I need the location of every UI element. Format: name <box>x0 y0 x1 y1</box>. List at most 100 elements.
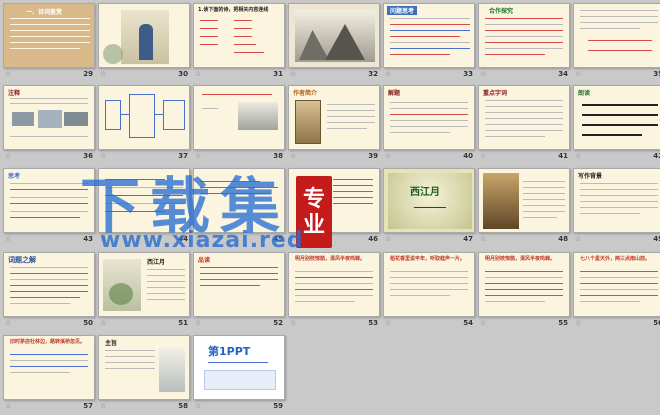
slide-thumb[interactable]: 朗读 ☆ 42 <box>573 85 660 163</box>
slide-star-icon: ☆ <box>385 152 392 160</box>
slide-preview: 朗读 <box>573 85 660 150</box>
watermark-url: www.xiazai.red <box>100 228 304 253</box>
slide-number: 35 <box>653 70 660 78</box>
slide-number: 48 <box>558 235 568 243</box>
slide-preview <box>573 3 660 68</box>
slide-thumb[interactable]: ☆ 32 <box>288 3 380 81</box>
slide-thumb[interactable]: 词题之解 ☆ 50 <box>3 252 95 330</box>
slide-thumb[interactable]: 稻花香里说丰年，听取蛙声一片。 ☆ 54 <box>383 252 475 330</box>
slide-star-icon: ☆ <box>575 319 582 327</box>
slide-thumb[interactable]: 注释 ☆ 36 <box>3 85 95 163</box>
slide-thumb[interactable]: 西江月 ☆ 47 <box>383 168 475 246</box>
slide-thumb[interactable]: 合作探究 ☆ 34 <box>478 3 570 81</box>
slide-star-icon: ☆ <box>290 152 297 160</box>
slide-thumb[interactable]: 旧时茅店社林边，路转溪桥忽见。 ☆ 57 <box>3 335 95 413</box>
slide-thumb[interactable]: ☆ 30 <box>98 3 190 81</box>
slide-number: 53 <box>368 319 378 327</box>
slide-thumb[interactable]: 第1PPT ☆ 59 <box>193 335 285 413</box>
slide-preview: 明月别枝惊鹊，清风半夜鸣蝉。 <box>478 252 570 317</box>
slide-star-icon: ☆ <box>195 319 202 327</box>
slide-number: 33 <box>463 70 473 78</box>
slide-number: 39 <box>368 152 378 160</box>
slide-preview: 合作探究 <box>478 3 570 68</box>
slide-thumb[interactable]: 解题 ☆ 40 <box>383 85 475 163</box>
slide-preview: 问题思考 <box>383 3 475 68</box>
slide-number: 59 <box>273 402 283 410</box>
slide-number: 56 <box>653 319 660 327</box>
slide-number: 51 <box>178 319 188 327</box>
slide-thumb[interactable]: ☆ 38 <box>193 85 285 163</box>
slide-number: 46 <box>368 235 378 243</box>
slide-thumb[interactable]: 问题思考 ☆ 33 <box>383 3 475 81</box>
slide-preview <box>98 85 190 150</box>
slide-star-icon: ☆ <box>480 235 487 243</box>
slide-thumb[interactable]: 一、诗词鉴赏 ☆ 29 <box>3 3 95 81</box>
slide-thumb[interactable]: ☆ 35 <box>573 3 660 81</box>
slide-thumb[interactable]: ☆ 37 <box>98 85 190 163</box>
slide-preview: 词题之解 <box>3 252 95 317</box>
slide-thumb[interactable]: 明月别枝惊鹊，清风半夜鸣蝉。 ☆ 55 <box>478 252 570 330</box>
slide-number: 34 <box>558 70 568 78</box>
slide-thumb[interactable]: 西江月 ☆ 51 <box>98 252 190 330</box>
slide-star-icon: ☆ <box>290 70 297 78</box>
slide-star-icon: ☆ <box>575 152 582 160</box>
slide-thumb[interactable]: 1.读下面的诗，把相关内容连线 ☆ 31 <box>193 3 285 81</box>
slide-preview: 第1PPT <box>193 335 285 400</box>
slide-star-icon: ☆ <box>385 319 392 327</box>
slide-star-icon: ☆ <box>480 70 487 78</box>
slide-thumb[interactable]: 七八个星天外，两三点雨山前。 ☆ 56 <box>573 252 660 330</box>
slide-star-icon: ☆ <box>5 235 12 243</box>
slide-number: 29 <box>83 70 93 78</box>
slide-number: 50 <box>83 319 93 327</box>
slide-preview: 注释 <box>3 85 95 150</box>
slide-preview: 作者简介 <box>288 85 380 150</box>
slide-number: 55 <box>558 319 568 327</box>
slide-preview: 七八个星天外，两三点雨山前。 <box>573 252 660 317</box>
slide-star-icon: ☆ <box>195 402 202 410</box>
slide-number: 49 <box>653 235 660 243</box>
slide-star-icon: ☆ <box>5 152 12 160</box>
slide-thumb[interactable]: 作者简介 ☆ 39 <box>288 85 380 163</box>
slide-star-icon: ☆ <box>385 70 392 78</box>
slide-star-icon: ☆ <box>385 235 392 243</box>
slide-star-icon: ☆ <box>5 319 12 327</box>
slide-preview <box>193 85 285 150</box>
slide-star-icon: ☆ <box>480 152 487 160</box>
slide-star-icon: ☆ <box>195 70 202 78</box>
slide-preview: 解题 <box>383 85 475 150</box>
slide-thumb[interactable]: 重点字词 ☆ 41 <box>478 85 570 163</box>
slide-preview: 稻花香里说丰年，听取蛙声一片。 <box>383 252 475 317</box>
slide-number: 41 <box>558 152 568 160</box>
slide-preview: 写作背景 <box>573 168 660 233</box>
slide-preview: 旧时茅店社林边，路转溪桥忽见。 <box>3 335 95 400</box>
slide-preview: 一、诗词鉴赏 <box>3 3 95 68</box>
slide-star-icon: ☆ <box>100 402 107 410</box>
slide-preview: 品读 <box>193 252 285 317</box>
slide-number: 52 <box>273 319 283 327</box>
slide-preview: 西江月 <box>98 252 190 317</box>
slide-number: 58 <box>178 402 188 410</box>
slide-number: 42 <box>653 152 660 160</box>
slide-thumb[interactable]: 品读 ☆ 52 <box>193 252 285 330</box>
slide-star-icon: ☆ <box>5 402 12 410</box>
slide-star-icon: ☆ <box>5 70 12 78</box>
slide-star-icon: ☆ <box>480 319 487 327</box>
slide-thumb[interactable]: 明月别枝惊鹊，清风半夜鸣蝉。 ☆ 53 <box>288 252 380 330</box>
slide-preview <box>98 3 190 68</box>
slide-preview: 西江月 <box>383 168 475 233</box>
slide-number: 40 <box>463 152 473 160</box>
slide-thumb[interactable]: ☆ 48 <box>478 168 570 246</box>
slide-number: 31 <box>273 70 283 78</box>
slide-preview: 1.读下面的诗，把相关内容连线 <box>193 3 285 68</box>
slide-preview: 主旨 <box>98 335 190 400</box>
slide-preview <box>288 3 380 68</box>
slide-star-icon: ☆ <box>575 235 582 243</box>
slide-thumb[interactable]: 主旨 ☆ 58 <box>98 335 190 413</box>
slide-star-icon: ☆ <box>575 70 582 78</box>
slide-preview: 重点字词 <box>478 85 570 150</box>
slide-number: 57 <box>83 402 93 410</box>
slide-number: 32 <box>368 70 378 78</box>
slide-thumb[interactable]: 写作背景 ☆ 49 <box>573 168 660 246</box>
slide-star-icon: ☆ <box>290 319 297 327</box>
slide-number: 47 <box>463 235 473 243</box>
